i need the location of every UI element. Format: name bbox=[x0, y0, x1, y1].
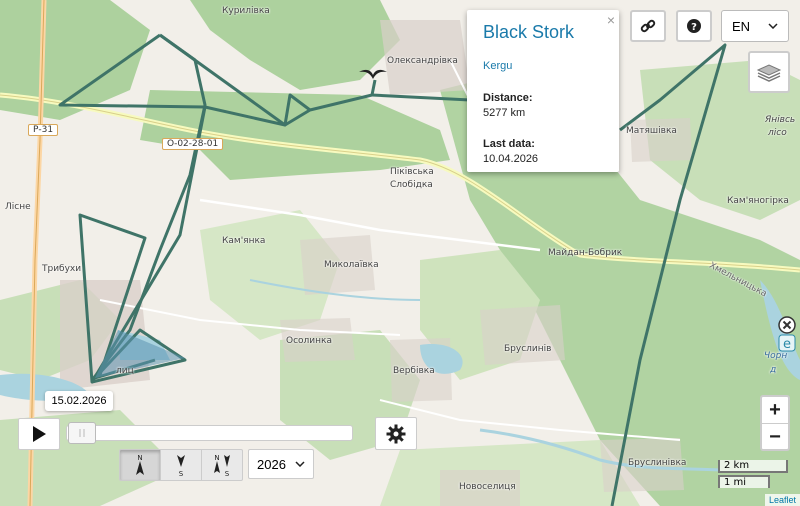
help-button[interactable]: ? bbox=[676, 10, 712, 42]
orientation-s2: S bbox=[225, 470, 230, 477]
scale-mi: 1 mi bbox=[718, 475, 770, 488]
close-circle-icon[interactable] bbox=[778, 316, 796, 334]
zoom-in-button[interactable]: + bbox=[762, 397, 788, 424]
place-label: Кам'яногірка bbox=[727, 196, 789, 206]
place-label: Піківська bbox=[390, 167, 434, 177]
orientation-n: N bbox=[137, 454, 142, 462]
link-button[interactable] bbox=[630, 10, 666, 42]
zoom-control: + − bbox=[760, 395, 790, 451]
date-tooltip: 15.02.2026 bbox=[45, 391, 113, 411]
e-icon[interactable]: e bbox=[778, 334, 796, 352]
orientation-north-button[interactable]: N bbox=[120, 450, 161, 480]
last-data-label: Last data: bbox=[483, 138, 535, 150]
year-value: 2026 bbox=[257, 456, 286, 472]
zoom-out-button[interactable]: − bbox=[762, 424, 788, 450]
settings-button[interactable] bbox=[375, 417, 417, 450]
play-button[interactable] bbox=[18, 418, 60, 450]
orientation-both-button[interactable]: N S bbox=[202, 450, 242, 480]
language-select[interactable]: EN bbox=[721, 10, 789, 42]
scale-km: 2 km bbox=[718, 460, 788, 473]
svg-text:?: ? bbox=[691, 22, 697, 33]
link-icon bbox=[640, 19, 656, 33]
place-label: Майдан-Бобрик bbox=[548, 248, 623, 258]
chevron-down-icon bbox=[295, 461, 305, 467]
place-label: Лісне bbox=[5, 202, 31, 212]
place-label: Слобідка bbox=[390, 180, 433, 190]
popup-title: Black Stork bbox=[483, 22, 575, 42]
timeline-slider-track[interactable] bbox=[66, 425, 353, 441]
place-label: Чорн bbox=[764, 351, 788, 361]
svg-text:e: e bbox=[783, 337, 791, 352]
place-label: Бруслинів bbox=[504, 344, 552, 354]
place-label: д bbox=[770, 365, 777, 375]
bird-icon[interactable] bbox=[358, 66, 388, 82]
place-label: Янівсь bbox=[765, 115, 796, 125]
north-arrow-icon: N bbox=[136, 454, 144, 475]
both-arrows-icon: N S bbox=[214, 454, 230, 477]
road-shield: Р-31 bbox=[28, 124, 59, 136]
place-label: Олександрівка bbox=[387, 56, 458, 66]
side-icon-group: e bbox=[778, 316, 796, 352]
layers-button[interactable] bbox=[748, 51, 790, 93]
chevron-down-icon bbox=[768, 23, 778, 29]
question-icon: ? bbox=[687, 19, 701, 33]
place-label: Осолинка bbox=[286, 336, 332, 346]
orientation-toggle: N S N S bbox=[119, 449, 243, 481]
place-label: лиц bbox=[116, 366, 134, 376]
place-label: Трибухи bbox=[42, 264, 82, 274]
south-arrow-icon: S bbox=[177, 455, 185, 477]
layers-icon bbox=[756, 64, 782, 82]
attribution-link[interactable]: Leaflet bbox=[764, 494, 800, 506]
place-label: Матяшівка bbox=[626, 126, 677, 136]
place-label: Миколаївка bbox=[324, 260, 379, 270]
gear-icon bbox=[386, 424, 406, 443]
orientation-n2: N bbox=[214, 454, 219, 462]
popup-bird-name[interactable]: Kergu bbox=[483, 60, 512, 72]
info-popup: × Black Stork Kergu Distance: 5277 km La… bbox=[467, 10, 619, 172]
place-label: Бруслинівка bbox=[628, 458, 687, 468]
place-label: Вербівка bbox=[393, 366, 435, 376]
place-label: Курилівка bbox=[222, 6, 270, 16]
language-value: EN bbox=[732, 18, 751, 34]
close-icon[interactable]: × bbox=[607, 12, 615, 28]
distance-label: Distance: bbox=[483, 92, 533, 104]
orientation-s: S bbox=[179, 470, 184, 477]
year-select[interactable]: 2026 bbox=[248, 449, 314, 479]
last-data-value: 10.04.2026 bbox=[483, 153, 539, 165]
play-icon bbox=[33, 426, 46, 442]
grip-icon bbox=[79, 429, 85, 437]
road-shield: О-02-28-01 bbox=[162, 138, 224, 150]
orientation-south-button[interactable]: S bbox=[161, 450, 202, 480]
timeline-slider-handle[interactable] bbox=[68, 422, 96, 444]
place-label: лісо bbox=[768, 128, 787, 138]
distance-value: 5277 km bbox=[483, 107, 526, 119]
place-label: Кам'янка bbox=[222, 236, 266, 246]
place-label: Новоселиця bbox=[459, 482, 516, 492]
